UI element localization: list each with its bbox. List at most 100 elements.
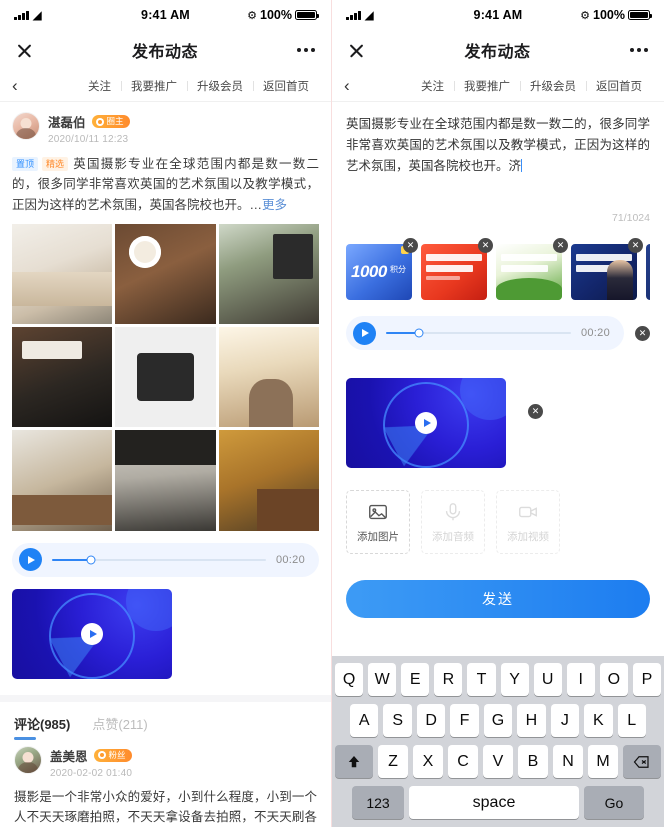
key-l[interactable]: L: [617, 704, 646, 737]
tab-promote[interactable]: 我要推广: [454, 78, 520, 94]
status-right-group: ⚙ 100%: [550, 8, 652, 22]
post-image-8[interactable]: [115, 430, 216, 531]
author-name[interactable]: 湛磊伯: [48, 112, 86, 131]
remove-icon[interactable]: ✕: [403, 238, 418, 253]
tab-comments[interactable]: 评论(985): [14, 714, 70, 740]
more-options-icon[interactable]: [629, 48, 648, 52]
attached-image-1[interactable]: 1000 积分 ✕: [346, 238, 418, 300]
backspace-key[interactable]: [623, 745, 661, 778]
back-chevron-icon[interactable]: ‹: [344, 77, 374, 94]
post-textarea[interactable]: 英国摄影专业在全球范围内都是数一数二的，很多同学非常喜欢英国的艺术氛围以及教学模…: [346, 114, 650, 184]
space-key[interactable]: space: [409, 786, 579, 819]
remove-icon[interactable]: ✕: [628, 238, 643, 253]
post-image-9[interactable]: [218, 430, 319, 531]
comment-badge-label: 粉丝: [108, 750, 126, 761]
key-j[interactable]: J: [550, 704, 580, 737]
nav-bar-right: 发布动态: [332, 30, 664, 70]
remove-icon[interactable]: ✕: [528, 404, 543, 419]
key-u[interactable]: U: [533, 663, 562, 696]
tab-list: 关注 我要推广 升级会员 返回首页: [42, 78, 319, 94]
key-o[interactable]: O: [599, 663, 628, 696]
add-video-button[interactable]: 添加视频: [496, 490, 560, 554]
keyboard-row-4: 123 space Go: [335, 786, 661, 819]
avatar[interactable]: [12, 112, 40, 140]
attached-image-4[interactable]: ✕: [571, 238, 643, 300]
post-image-6[interactable]: [218, 327, 319, 428]
more-options-icon[interactable]: [296, 48, 315, 52]
tab-upgrade-member[interactable]: 升级会员: [520, 78, 586, 94]
key-f[interactable]: F: [450, 704, 479, 737]
key-s[interactable]: S: [383, 704, 412, 737]
post-image-3[interactable]: [218, 223, 319, 325]
key-b[interactable]: B: [518, 745, 548, 778]
key-c[interactable]: C: [448, 745, 478, 778]
attached-image-3[interactable]: ✕: [496, 238, 568, 300]
add-image-button[interactable]: 添加图片: [346, 490, 410, 554]
audio-progress-slider[interactable]: [52, 555, 266, 565]
numbers-key[interactable]: 123: [352, 786, 404, 819]
post-more-link[interactable]: 更多: [262, 198, 287, 212]
post-scroll-area[interactable]: 湛磊伯 圈主 2020/10/11 12:23 置顶 精选 英国摄影专业在全球范围内…: [0, 102, 331, 827]
attached-audio-row: 00:20 ✕: [346, 316, 650, 350]
post-image-5[interactable]: [115, 327, 216, 428]
attached-image-2[interactable]: ✕: [421, 238, 493, 300]
remove-icon[interactable]: ✕: [478, 238, 493, 253]
tab-follow[interactable]: 关注: [411, 78, 454, 94]
play-icon[interactable]: [19, 548, 42, 572]
key-p[interactable]: P: [632, 663, 661, 696]
key-z[interactable]: Z: [378, 745, 408, 778]
tab-upgrade-member[interactable]: 升级会员: [187, 78, 253, 94]
key-v[interactable]: V: [483, 745, 513, 778]
avatar[interactable]: [14, 745, 42, 774]
key-q[interactable]: Q: [335, 663, 364, 696]
key-a[interactable]: A: [350, 704, 379, 737]
play-icon[interactable]: [353, 321, 376, 345]
remove-icon[interactable]: ✕: [635, 325, 650, 341]
key-d[interactable]: D: [416, 704, 446, 737]
key-y[interactable]: Y: [500, 663, 529, 696]
key-h[interactable]: H: [517, 704, 546, 737]
key-g[interactable]: G: [483, 704, 513, 737]
key-x[interactable]: X: [413, 745, 443, 778]
video-thumbnail[interactable]: [346, 378, 506, 468]
add-audio-button[interactable]: 添加音频: [421, 490, 485, 554]
key-k[interactable]: K: [584, 704, 613, 737]
tab-promote[interactable]: 我要推广: [121, 78, 187, 94]
post-image-1[interactable]: [12, 223, 113, 325]
post-image-7[interactable]: [12, 430, 113, 531]
key-t[interactable]: T: [467, 663, 496, 696]
key-r[interactable]: R: [434, 663, 463, 696]
key-i[interactable]: I: [566, 663, 595, 696]
status-time: 9:41 AM: [141, 8, 190, 22]
tab-back-home[interactable]: 返回首页: [586, 78, 652, 94]
audio-progress-slider[interactable]: [386, 328, 571, 338]
thumb-subtitle: 积分: [390, 265, 406, 274]
close-icon[interactable]: [348, 42, 365, 59]
audio-player[interactable]: 00:20: [12, 542, 319, 577]
post-image-4[interactable]: [12, 327, 113, 428]
attached-images-list[interactable]: 1000 积分 ✕ ✕ ✕ ✕: [346, 238, 650, 300]
shift-key[interactable]: [335, 745, 373, 778]
tab-likes[interactable]: 点赞(211): [92, 714, 147, 740]
tab-follow[interactable]: 关注: [78, 78, 121, 94]
comment-author-name[interactable]: 盖美恩: [50, 746, 88, 765]
key-w[interactable]: W: [368, 663, 397, 696]
post-video-thumbnail[interactable]: [12, 588, 172, 679]
page-title: 发布动态: [131, 44, 198, 61]
tab-back-home[interactable]: 返回首页: [253, 78, 319, 94]
play-icon[interactable]: [415, 412, 437, 434]
close-icon[interactable]: [16, 42, 33, 59]
key-n[interactable]: N: [553, 745, 583, 778]
post-image-2[interactable]: [115, 223, 216, 325]
key-m[interactable]: M: [588, 745, 618, 778]
send-button[interactable]: 发送: [346, 580, 650, 618]
comments-tabs: 评论(985) 点赞(211): [0, 702, 331, 740]
key-e[interactable]: E: [401, 663, 430, 696]
remove-icon[interactable]: ✕: [553, 238, 568, 253]
attached-image-5-partial[interactable]: [646, 244, 650, 300]
back-chevron-icon[interactable]: ‹: [12, 77, 42, 94]
status-left-group: ◢: [346, 9, 446, 21]
audio-player[interactable]: 00:20: [346, 316, 624, 350]
play-icon[interactable]: [81, 622, 103, 645]
go-key[interactable]: Go: [584, 786, 644, 819]
